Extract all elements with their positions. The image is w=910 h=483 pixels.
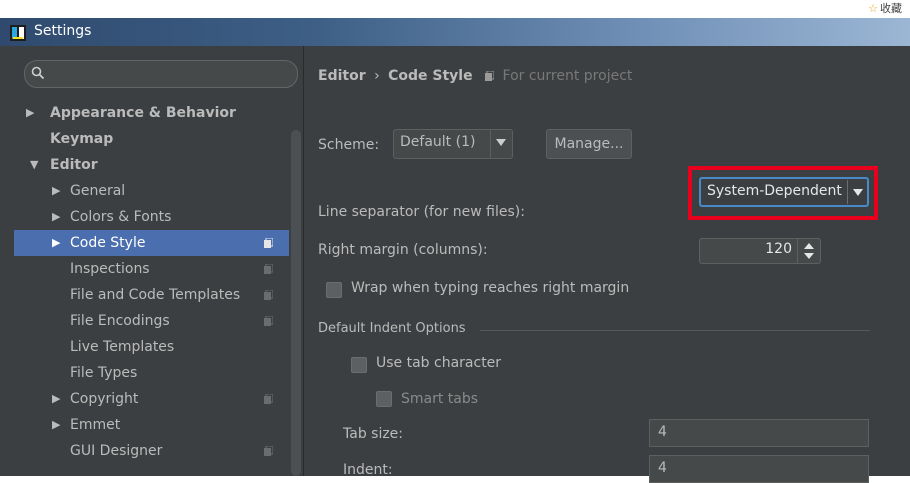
sidebar-item-keymap[interactable]: Keymap bbox=[14, 126, 289, 152]
tab-size-field[interactable]: 4 bbox=[649, 419, 869, 447]
wrap-checkbox[interactable] bbox=[326, 282, 342, 298]
favorite-label: 收藏 bbox=[880, 2, 902, 15]
scheme-select[interactable]: Default (1) bbox=[393, 129, 513, 159]
browser-strip: ☆ 收藏 bbox=[0, 0, 910, 18]
spinner-arrows-icon[interactable] bbox=[803, 242, 815, 260]
sidebar-item-label: Editor bbox=[50, 157, 98, 173]
project-scope-icon bbox=[264, 264, 273, 274]
sidebar-item-label: Copyright bbox=[70, 391, 139, 407]
project-scope-icon bbox=[264, 394, 273, 404]
project-scope-icon bbox=[264, 316, 273, 326]
breadcrumb-current: Code Style bbox=[388, 68, 473, 84]
combo-divider bbox=[847, 180, 848, 204]
sidebar-item-label: Appearance & Behavior bbox=[50, 105, 236, 121]
sidebar-item-label: File Types bbox=[70, 365, 138, 381]
sidebar-item-label: General bbox=[70, 183, 126, 199]
project-scope-icon bbox=[264, 290, 273, 300]
window-title: Settings bbox=[34, 23, 92, 39]
tab-size-value: 4 bbox=[658, 424, 667, 440]
chevron-right-icon: ▶ bbox=[26, 106, 35, 119]
sidebar-item-colors-fonts[interactable]: ▶ Colors & Fonts bbox=[14, 204, 289, 230]
sidebar-item-general[interactable]: ▶ General bbox=[14, 178, 289, 204]
breadcrumb-separator: › bbox=[374, 68, 380, 84]
project-scope-icon bbox=[485, 71, 495, 81]
sidebar-item-appearance-behavior[interactable]: ▶ Appearance & Behavior bbox=[14, 100, 289, 126]
sidebar-item-file-code-templates[interactable]: File and Code Templates bbox=[14, 282, 289, 308]
line-separator-select[interactable]: System-Dependent bbox=[699, 177, 869, 207]
settings-sidebar: ▶ Appearance & Behavior Keymap ▼ Editor … bbox=[0, 46, 303, 476]
chevron-right-icon: ▶ bbox=[52, 210, 61, 223]
search-input[interactable] bbox=[24, 60, 298, 88]
settings-tree: ▶ Appearance & Behavior Keymap ▼ Editor … bbox=[14, 100, 289, 464]
sidebar-item-label: Colors & Fonts bbox=[70, 209, 172, 225]
sidebar-item-label: GUI Designer bbox=[70, 443, 163, 459]
sidebar-item-label: Emmet bbox=[70, 417, 121, 433]
stepper-divider bbox=[797, 239, 798, 263]
sidebar-item-label: Inspections bbox=[70, 261, 150, 277]
scheme-label: Scheme: bbox=[318, 137, 380, 153]
wrap-label[interactable]: Wrap when typing reaches right margin bbox=[351, 280, 629, 296]
breadcrumb-parent: Editor bbox=[318, 68, 366, 84]
favorite-link[interactable]: ☆ 收藏 bbox=[868, 0, 902, 16]
chevron-right-icon: ▶ bbox=[52, 418, 61, 431]
settings-window: Settings ▶ Appearance & Behavior Keymap … bbox=[0, 18, 910, 483]
sidebar-item-code-style[interactable]: ▶ Code Style bbox=[14, 230, 289, 256]
right-margin-label: Right margin (columns): bbox=[318, 242, 488, 258]
use-tab-label[interactable]: Use tab character bbox=[376, 355, 501, 371]
sidebar-item-inspections[interactable]: Inspections bbox=[14, 256, 289, 282]
combo-divider bbox=[490, 130, 491, 158]
chevron-down-icon bbox=[853, 189, 863, 196]
group-divider bbox=[480, 330, 870, 331]
smart-tabs-label: Smart tabs bbox=[401, 391, 479, 407]
sidebar-item-copyright[interactable]: ▶ Copyright bbox=[14, 386, 289, 412]
line-separator-label: Line separator (for new files): bbox=[318, 204, 525, 220]
sidebar-scrollbar[interactable] bbox=[291, 130, 301, 476]
sidebar-item-label: File Encodings bbox=[70, 313, 170, 329]
indent-field[interactable]: 4 bbox=[649, 455, 869, 483]
title-bar[interactable]: Settings bbox=[0, 18, 910, 46]
sidebar-item-editor[interactable]: ▼ Editor bbox=[14, 152, 289, 178]
right-margin-stepper[interactable]: 120 bbox=[699, 238, 821, 264]
tab-size-label: Tab size: bbox=[343, 426, 404, 442]
sidebar-item-gui-designer[interactable]: GUI Designer bbox=[14, 438, 289, 464]
sidebar-item-live-templates[interactable]: Live Templates bbox=[14, 334, 289, 360]
breadcrumb-scope-note: For current project bbox=[502, 68, 633, 84]
scheme-value: Default (1) bbox=[400, 134, 476, 150]
settings-content: Editor › Code Style For current project … bbox=[304, 46, 910, 483]
sidebar-item-label: Live Templates bbox=[70, 339, 175, 355]
sidebar-item-label: File and Code Templates bbox=[70, 287, 241, 303]
project-scope-icon bbox=[264, 238, 273, 248]
chevron-down-icon bbox=[496, 139, 506, 146]
use-tab-checkbox[interactable] bbox=[351, 357, 367, 373]
star-icon: ☆ bbox=[868, 2, 878, 15]
chevron-right-icon: ▶ bbox=[52, 184, 61, 197]
smart-tabs-checkbox bbox=[376, 391, 392, 407]
search-icon bbox=[31, 66, 45, 80]
chevron-down-icon: ▼ bbox=[30, 158, 39, 171]
breadcrumb: Editor › Code Style For current project bbox=[318, 68, 632, 84]
line-separator-value: System-Dependent bbox=[707, 183, 842, 199]
indent-options-title: Default Indent Options bbox=[318, 321, 466, 336]
intellij-app-icon bbox=[10, 25, 26, 41]
manage-button[interactable]: Manage... bbox=[546, 129, 632, 159]
sidebar-item-emmet[interactable]: ▶ Emmet bbox=[14, 412, 289, 438]
chevron-right-icon: ▶ bbox=[52, 392, 61, 405]
project-scope-icon bbox=[264, 446, 273, 456]
sidebar-item-file-types[interactable]: File Types bbox=[14, 360, 289, 386]
chevron-right-icon: ▶ bbox=[52, 236, 61, 249]
sidebar-item-label: Keymap bbox=[50, 131, 114, 147]
sidebar-item-label: Code Style bbox=[70, 235, 146, 251]
sidebar-item-file-encodings[interactable]: File Encodings bbox=[14, 308, 289, 334]
right-margin-value: 120 bbox=[765, 241, 792, 257]
indent-value: 4 bbox=[658, 460, 667, 476]
